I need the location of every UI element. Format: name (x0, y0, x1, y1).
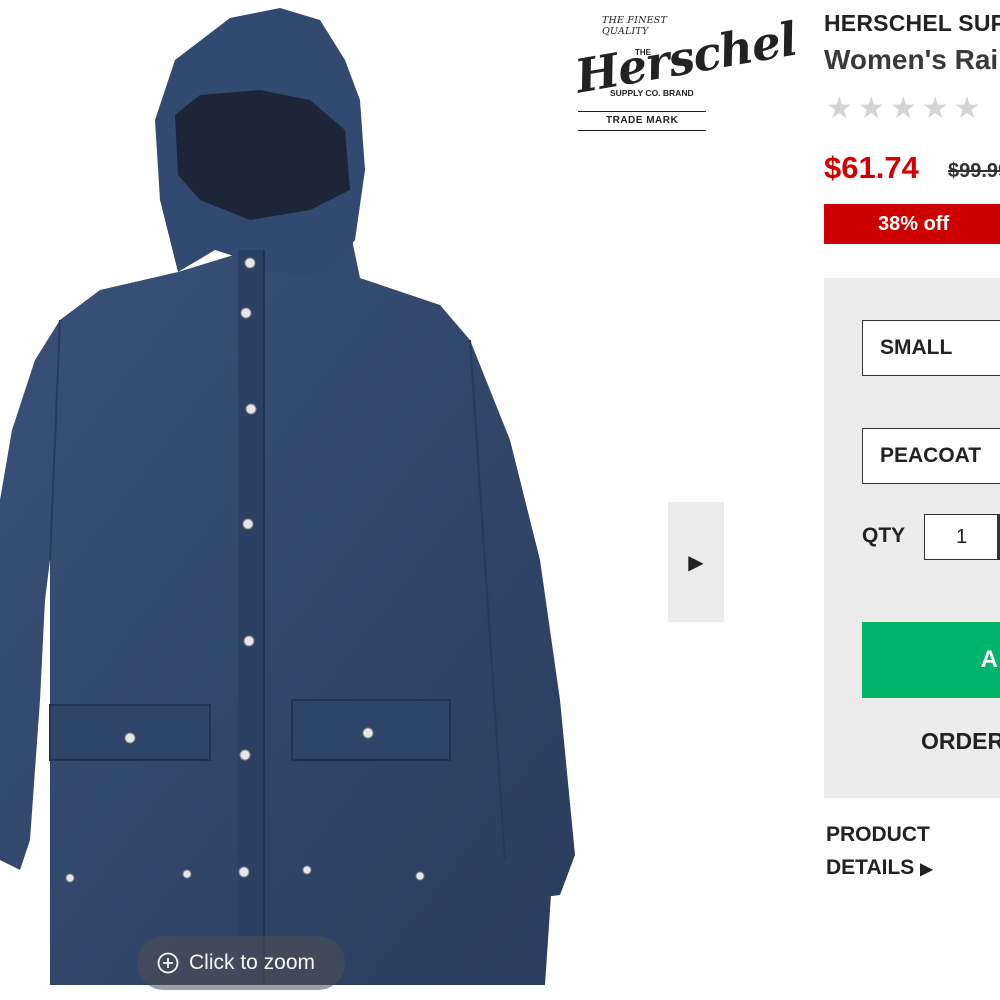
star-icon: ★ (826, 92, 853, 125)
original-price: $99.99 (948, 160, 1000, 182)
product-image[interactable] (0, 0, 600, 1000)
size-select[interactable]: SMALL (862, 320, 1000, 376)
herschel-logo: THE FINEST QUALITY THE Herschel SUPPLY C… (566, 8, 800, 138)
product-details-line2: DETAILS (826, 856, 915, 879)
color-value: PEACOAT (880, 444, 982, 467)
order-info-text: ORDER (921, 728, 1000, 754)
product-title: Women's Rain (824, 44, 1000, 75)
add-to-cart-label: A (980, 646, 998, 673)
rating-stars[interactable]: ★ ★ ★ ★ ★ (826, 94, 981, 124)
play-triangle-icon: ▶ (920, 861, 933, 878)
size-value: SMALL (880, 336, 953, 359)
product-details-line1: PRODUCT (826, 823, 930, 846)
sale-price: $61.74 (824, 150, 919, 185)
product-details-link[interactable]: PRODUCT DETAILS ▶ (826, 818, 933, 886)
star-icon: ★ (953, 92, 981, 125)
click-to-zoom-button[interactable]: Click to zoom (137, 936, 345, 990)
play-triangle-icon: ▶ (688, 551, 704, 574)
qty-value: 1 (956, 525, 968, 548)
zoom-plus-icon (157, 952, 179, 974)
qty-input[interactable]: 1 (924, 514, 998, 560)
star-icon: ★ (857, 92, 885, 125)
qty-label: QTY (862, 524, 906, 547)
product-brand: HERSCHEL SUPPLY (824, 10, 1000, 36)
discount-badge: 38% off (824, 204, 1000, 244)
color-select[interactable]: PEACOAT (862, 428, 1000, 484)
add-to-cart-button[interactable]: A (862, 622, 1000, 698)
star-icon: ★ (921, 92, 949, 125)
discount-label: 38% off (878, 212, 950, 235)
zoom-label: Click to zoom (189, 951, 316, 974)
star-icon: ★ (889, 92, 917, 125)
next-image-button[interactable]: ▶ (668, 502, 724, 622)
